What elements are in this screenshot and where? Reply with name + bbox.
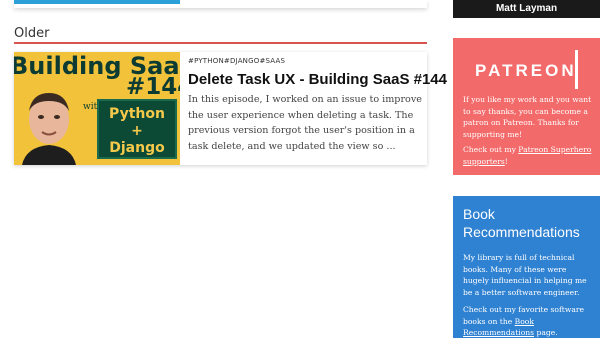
previous-post-thumbnail[interactable] xyxy=(14,0,180,4)
books-link-line: Check out my favorite software books on … xyxy=(463,304,593,338)
books-title: Book Recommendations xyxy=(463,206,580,240)
thumbnail-stack-box: Python + Django xyxy=(97,99,177,159)
patreon-widget: PATREON If you like my work and you want… xyxy=(453,38,600,175)
books-description: My library is full of technical books. M… xyxy=(463,253,587,297)
patreon-logo[interactable]: PATREON xyxy=(475,61,577,81)
post-tags[interactable]: #PYTHON#DJANGO#SAAS xyxy=(188,57,424,67)
section-heading: Older xyxy=(14,26,427,44)
post-card-body: #PYTHON#DJANGO#SAAS Delete Task UX - Bui… xyxy=(188,57,447,154)
patreon-description: If you like my work and you want to say … xyxy=(463,95,592,139)
author-name: Matt Layman xyxy=(495,3,558,14)
post-title-link[interactable]: Delete Task UX - Building SaaS #144 xyxy=(188,71,447,88)
patreon-logo-bar-icon xyxy=(575,50,578,89)
thumbnail-box-line3: Django xyxy=(109,140,165,156)
patreon-supporters-line: Check out my Patreon Superhero supporter… xyxy=(463,144,593,167)
thumbnail-box-line1: Python xyxy=(109,106,165,122)
book-recommendations-widget: Book Recommendations My library is full … xyxy=(453,196,600,338)
post-thumbnail[interactable]: Building SaaS #144 with Python + Django xyxy=(14,52,180,165)
section-heading-label: Older xyxy=(14,26,50,41)
books-link-suffix: page. xyxy=(534,328,558,337)
post-card[interactable]: Building SaaS #144 with Python + Django … xyxy=(14,52,447,165)
post-excerpt: In this episode, I worked on an issue to… xyxy=(188,94,422,152)
patreon-supporters-suffix: ! xyxy=(504,156,508,166)
presenter-portrait-image xyxy=(20,89,78,165)
thumbnail-box-line2: + xyxy=(131,123,143,139)
author-card: Matt Layman xyxy=(453,0,600,18)
previous-post-card[interactable] xyxy=(14,0,427,8)
patreon-supporters-prefix: Check out my xyxy=(463,145,519,154)
thumbnail-number: #144 xyxy=(126,74,180,100)
